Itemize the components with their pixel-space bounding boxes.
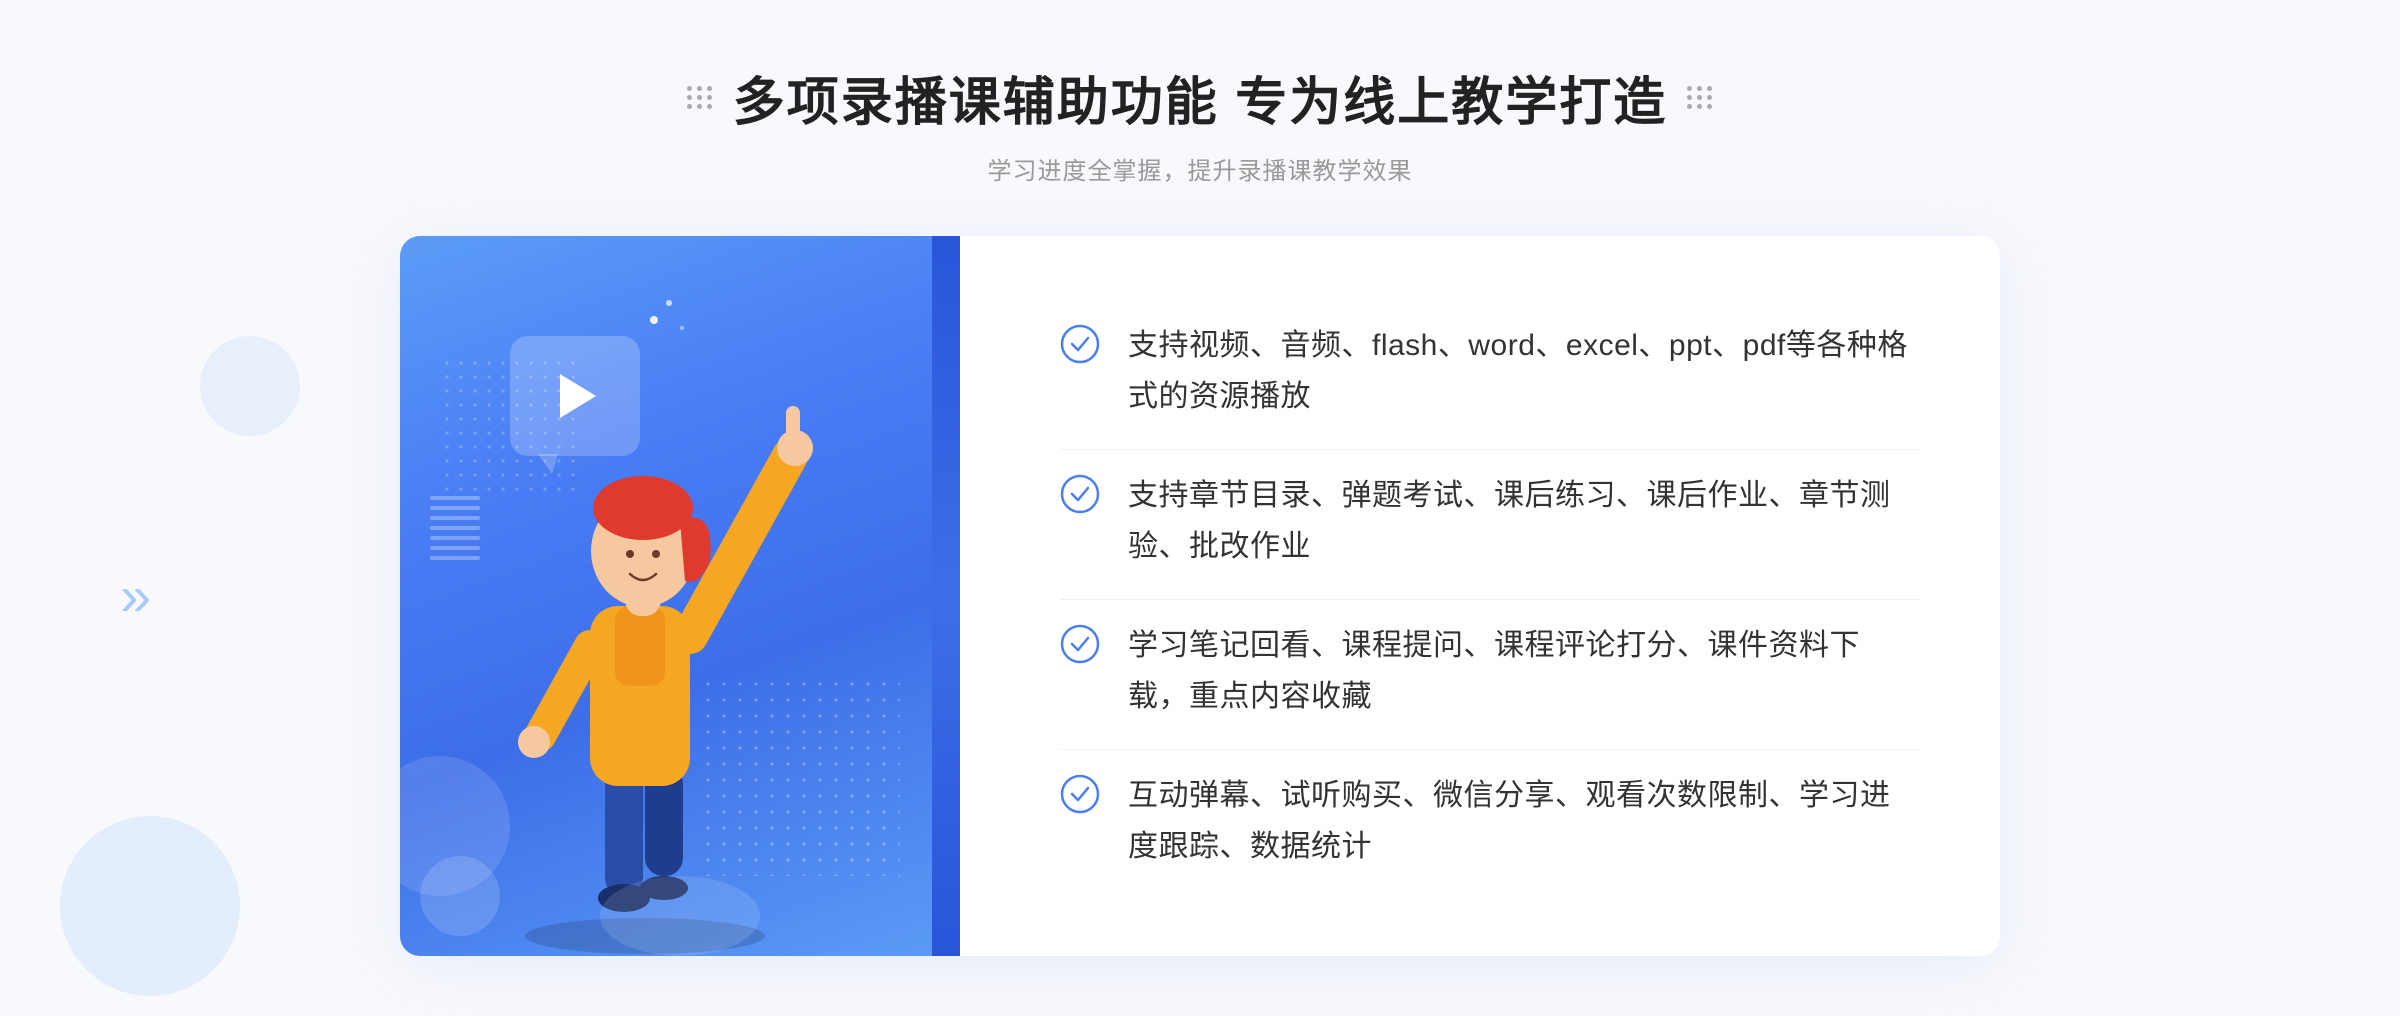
feature-item-4: 互动弹幕、试听购买、微信分享、观看次数限制、学习进度跟踪、数据统计 [1060, 749, 1920, 892]
deco-dots-left [687, 86, 713, 109]
bg-circle-1 [60, 816, 240, 996]
character-illustration [460, 376, 840, 956]
feature-item-3: 学习笔记回看、课程提问、课程评论打分、课件资料下载，重点内容收藏 [1060, 599, 1920, 742]
deco-dots-right [1687, 86, 1713, 109]
title-text: 多项录播课辅助功能 专为线上教学打造 [733, 60, 1667, 135]
feature-text-1: 支持视频、音频、flash、word、excel、ppt、pdf等各种格式的资源… [1128, 320, 1920, 422]
outer-chevron-left-icon: » [120, 568, 151, 624]
content-panel: 支持视频、音频、flash、word、excel、ppt、pdf等各种格式的资源… [960, 236, 2000, 956]
feature-text-4: 互动弹幕、试听购买、微信分享、观看次数限制、学习进度跟踪、数据统计 [1128, 770, 1920, 872]
check-icon-2 [1060, 474, 1100, 514]
main-outer: » [0, 236, 2400, 956]
feature-text-3: 学习笔记回看、课程提问、课程评论打分、课件资料下载，重点内容收藏 [1128, 620, 1920, 722]
check-icon-4 [1060, 774, 1100, 814]
header-section: 多项录播课辅助功能 专为线上教学打造 学习进度全掌握，提升录播课教学效果 [687, 60, 1713, 186]
illustration-panel [400, 236, 960, 956]
feature-item-2: 支持章节目录、弹题考试、课后练习、课后作业、章节测验、批改作业 [1060, 449, 1920, 592]
page-title: 多项录播课辅助功能 专为线上教学打造 [687, 60, 1713, 135]
feature-item-1: 支持视频、音频、flash、word、excel、ppt、pdf等各种格式的资源… [1060, 300, 1920, 442]
check-icon-3 [1060, 624, 1100, 664]
subtitle-text: 学习进度全掌握，提升录播课教学效果 [687, 151, 1713, 186]
bg-circle-2 [200, 336, 300, 436]
feature-text-2: 支持章节目录、弹题考试、课后练习、课后作业、章节测验、批改作业 [1128, 470, 1920, 572]
vertical-accent-bar [932, 236, 960, 956]
page-wrapper: 多项录播课辅助功能 专为线上教学打造 学习进度全掌握，提升录播课教学效果 » [0, 60, 2400, 956]
main-card: 支持视频、音频、flash、word、excel、ppt、pdf等各种格式的资源… [400, 236, 2000, 956]
check-icon-1 [1060, 324, 1100, 364]
